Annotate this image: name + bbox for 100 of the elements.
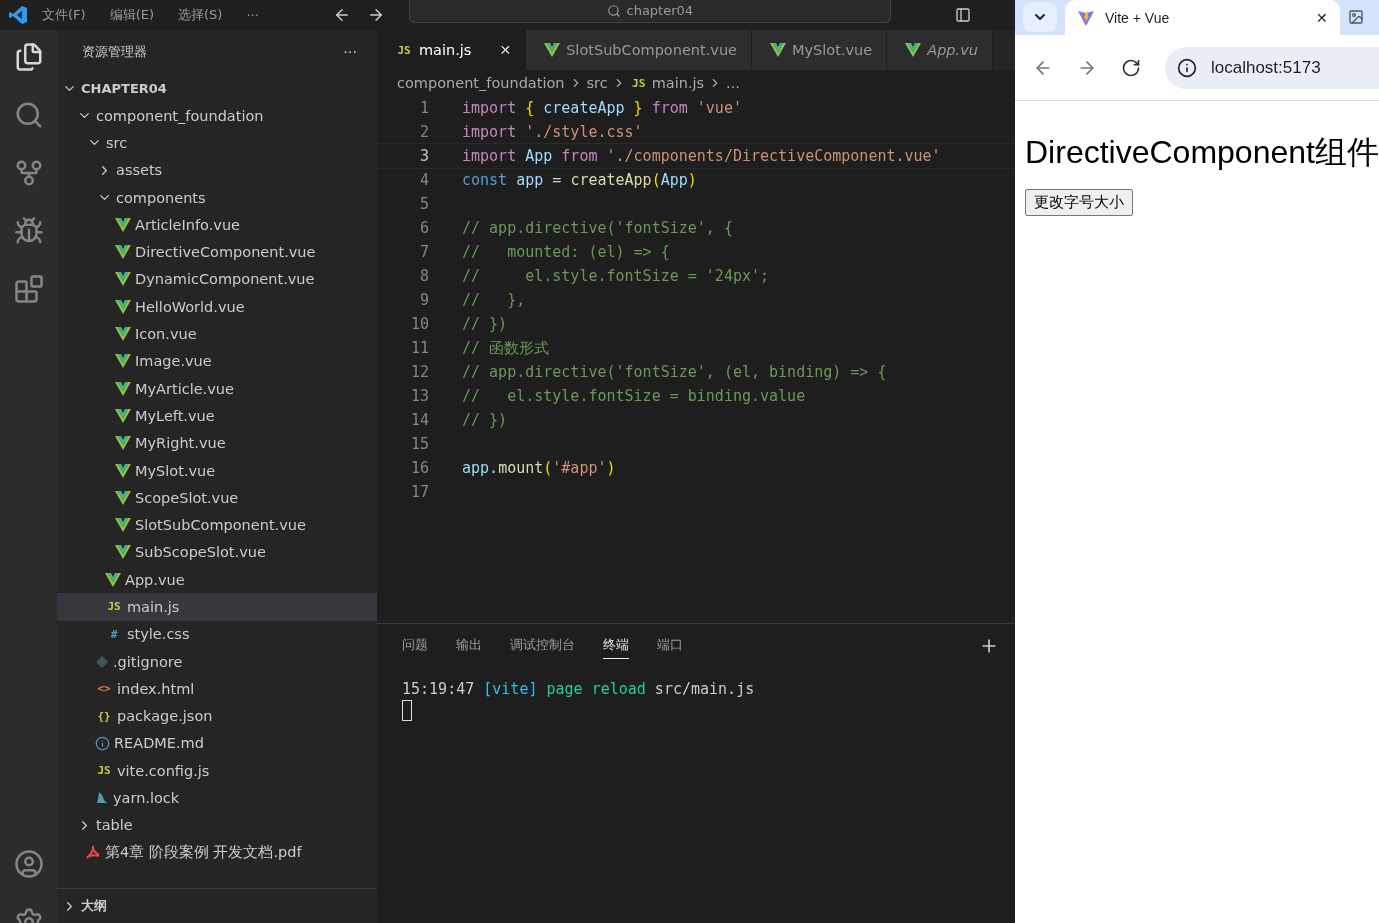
editor-tab[interactable]: MySlot.vue — [752, 30, 888, 70]
tree-item[interactable]: Image.vue — [57, 347, 377, 375]
line-number: 5 — [418, 195, 430, 213]
tree-item[interactable]: SlotSubComponent.vue — [57, 511, 377, 539]
tree-item[interactable]: <> index.html — [57, 675, 377, 703]
tree-item[interactable]: 第4章 阶段案例 开发文档.pdf — [57, 839, 377, 867]
file-name: main.js — [127, 599, 180, 615]
code-line: import './style.css' — [462, 123, 643, 141]
tree-item[interactable]: JS vite.config.js — [57, 757, 377, 785]
tree-item[interactable]: ArticleInfo.vue — [57, 211, 377, 239]
address-bar[interactable]: localhost:5173 — [1165, 46, 1379, 89]
tree-item[interactable]: HelloWorld.vue — [57, 293, 377, 321]
code-line: app.mount('#app') — [462, 459, 616, 477]
outline-section[interactable]: 大纲 — [57, 888, 377, 923]
vue-icon — [115, 272, 131, 287]
panel-tab[interactable]: 终端 — [603, 633, 629, 659]
tree-item[interactable]: README.md — [57, 729, 377, 758]
browser-tab[interactable]: Vite + Vue ✕ — [1065, 0, 1340, 35]
code-line: // 函数形式 — [462, 338, 550, 358]
tab-title: Vite + Vue — [1105, 9, 1170, 26]
menu-item[interactable]: ··· — [236, 7, 269, 23]
tree-item[interactable]: {} package.json — [57, 702, 377, 730]
more-actions[interactable]: ··· — [343, 44, 357, 60]
image-icon[interactable] — [1348, 9, 1364, 25]
tree-item[interactable]: assets — [57, 156, 377, 184]
tree-item[interactable]: DirectiveComponent.vue — [57, 238, 377, 266]
extensions-icon[interactable] — [13, 274, 44, 304]
line-number: 12 — [409, 363, 430, 381]
file-name: ScopeSlot.vue — [135, 489, 239, 506]
breadcrumb[interactable]: src — [586, 75, 608, 91]
debug-icon[interactable] — [13, 216, 44, 246]
tree-item[interactable]: table — [57, 811, 377, 839]
folder-section[interactable]: CHAPTER04 — [57, 74, 377, 102]
line-number: 13 — [409, 387, 430, 405]
breadcrumb[interactable]: ... — [726, 75, 740, 91]
menu-item[interactable]: 文件(F) — [32, 6, 96, 24]
vue-icon — [544, 43, 561, 57]
tree-item[interactable]: components — [57, 183, 377, 212]
code-line: // }) — [462, 411, 508, 429]
code-line: // el.style.fontSize = '24px'; — [462, 267, 770, 285]
info-icon — [1177, 57, 1197, 78]
tree-item[interactable]: component_foundation — [57, 102, 377, 130]
code-line: // }, — [462, 291, 526, 309]
line-number: 1 — [418, 99, 430, 117]
vue-icon — [115, 408, 131, 423]
json-icon: {} — [95, 709, 113, 723]
file-name: HelloWorld.vue — [135, 298, 245, 315]
reload-icon[interactable] — [1121, 57, 1141, 78]
info-icon — [95, 735, 110, 751]
tree-item[interactable]: MyRight.vue — [57, 429, 377, 457]
panel-tab[interactable]: 端口 — [657, 633, 683, 659]
menu-item[interactable]: 选择(S) — [168, 6, 233, 24]
tree-item[interactable]: MyLeft.vue — [57, 402, 377, 430]
tree-item[interactable]: yarn.lock — [57, 784, 377, 812]
tree-item[interactable]: App.vue — [57, 566, 377, 594]
file-name: MyLeft.vue — [135, 407, 215, 424]
editor-tab[interactable]: App.vu — [887, 30, 993, 70]
branch-icon[interactable] — [13, 158, 44, 188]
tree-item[interactable]: Icon.vue — [57, 320, 377, 348]
vue-icon — [115, 436, 131, 451]
file-name: .gitignore — [113, 653, 183, 670]
tree-item[interactable]: DynamicComponent.vue — [57, 265, 377, 294]
font-size-button[interactable]: 更改字号大小 — [1025, 189, 1133, 216]
file-name: src — [106, 134, 128, 151]
account-icon[interactable] — [13, 849, 44, 879]
panel-tab[interactable]: 问题 — [402, 633, 428, 659]
close-icon[interactable]: ✕ — [1316, 9, 1328, 26]
vue-icon — [115, 299, 131, 314]
js-icon: JS — [629, 76, 648, 90]
tree-item[interactable]: MySlot.vue — [57, 456, 377, 485]
vue-icon — [770, 43, 787, 57]
code-line: // app.directive('fontSize', (el, binding) => { — [462, 363, 887, 381]
layout-icon[interactable] — [954, 7, 971, 23]
menu-item[interactable]: 编辑(E) — [99, 6, 164, 24]
vue-icon — [105, 572, 121, 587]
vue-icon — [905, 43, 922, 57]
breadcrumb[interactable]: component_foundation — [397, 75, 565, 91]
breadcrumb[interactable]: main.js — [651, 75, 705, 91]
search-field[interactable]: chapter04 — [408, 0, 891, 23]
code-line: // mounted: (el) => { — [462, 243, 670, 261]
close-icon[interactable]: ✕ — [499, 42, 512, 58]
tree-item[interactable]: src — [57, 129, 377, 157]
tree-item[interactable]: SubScopeSlot.vue — [57, 538, 377, 567]
line-number: 11 — [409, 339, 430, 357]
sidebar-title: 资源管理器 — [82, 43, 147, 61]
tree-item[interactable]: JS main.js — [57, 593, 377, 621]
tree-item[interactable]: MyArticle.vue — [57, 374, 377, 403]
vue-icon — [115, 518, 131, 533]
editor-tab[interactable]: SlotSubComponent.vue — [526, 30, 753, 70]
css-icon: # — [105, 627, 123, 641]
vue-icon — [115, 490, 131, 505]
tree-item[interactable]: # style.css — [57, 620, 377, 648]
tab-list-button[interactable] — [1023, 2, 1057, 32]
editor-tab[interactable]: JS main.js ✕ — [377, 30, 527, 70]
tree-item[interactable]: ScopeSlot.vue — [57, 484, 377, 512]
vue-icon — [115, 381, 131, 396]
tree-item[interactable]: .gitignore — [57, 647, 377, 676]
panel-tab[interactable]: 输出 — [456, 633, 482, 659]
line-number: 8 — [418, 267, 430, 285]
panel-tab[interactable]: 调试控制台 — [510, 633, 575, 659]
